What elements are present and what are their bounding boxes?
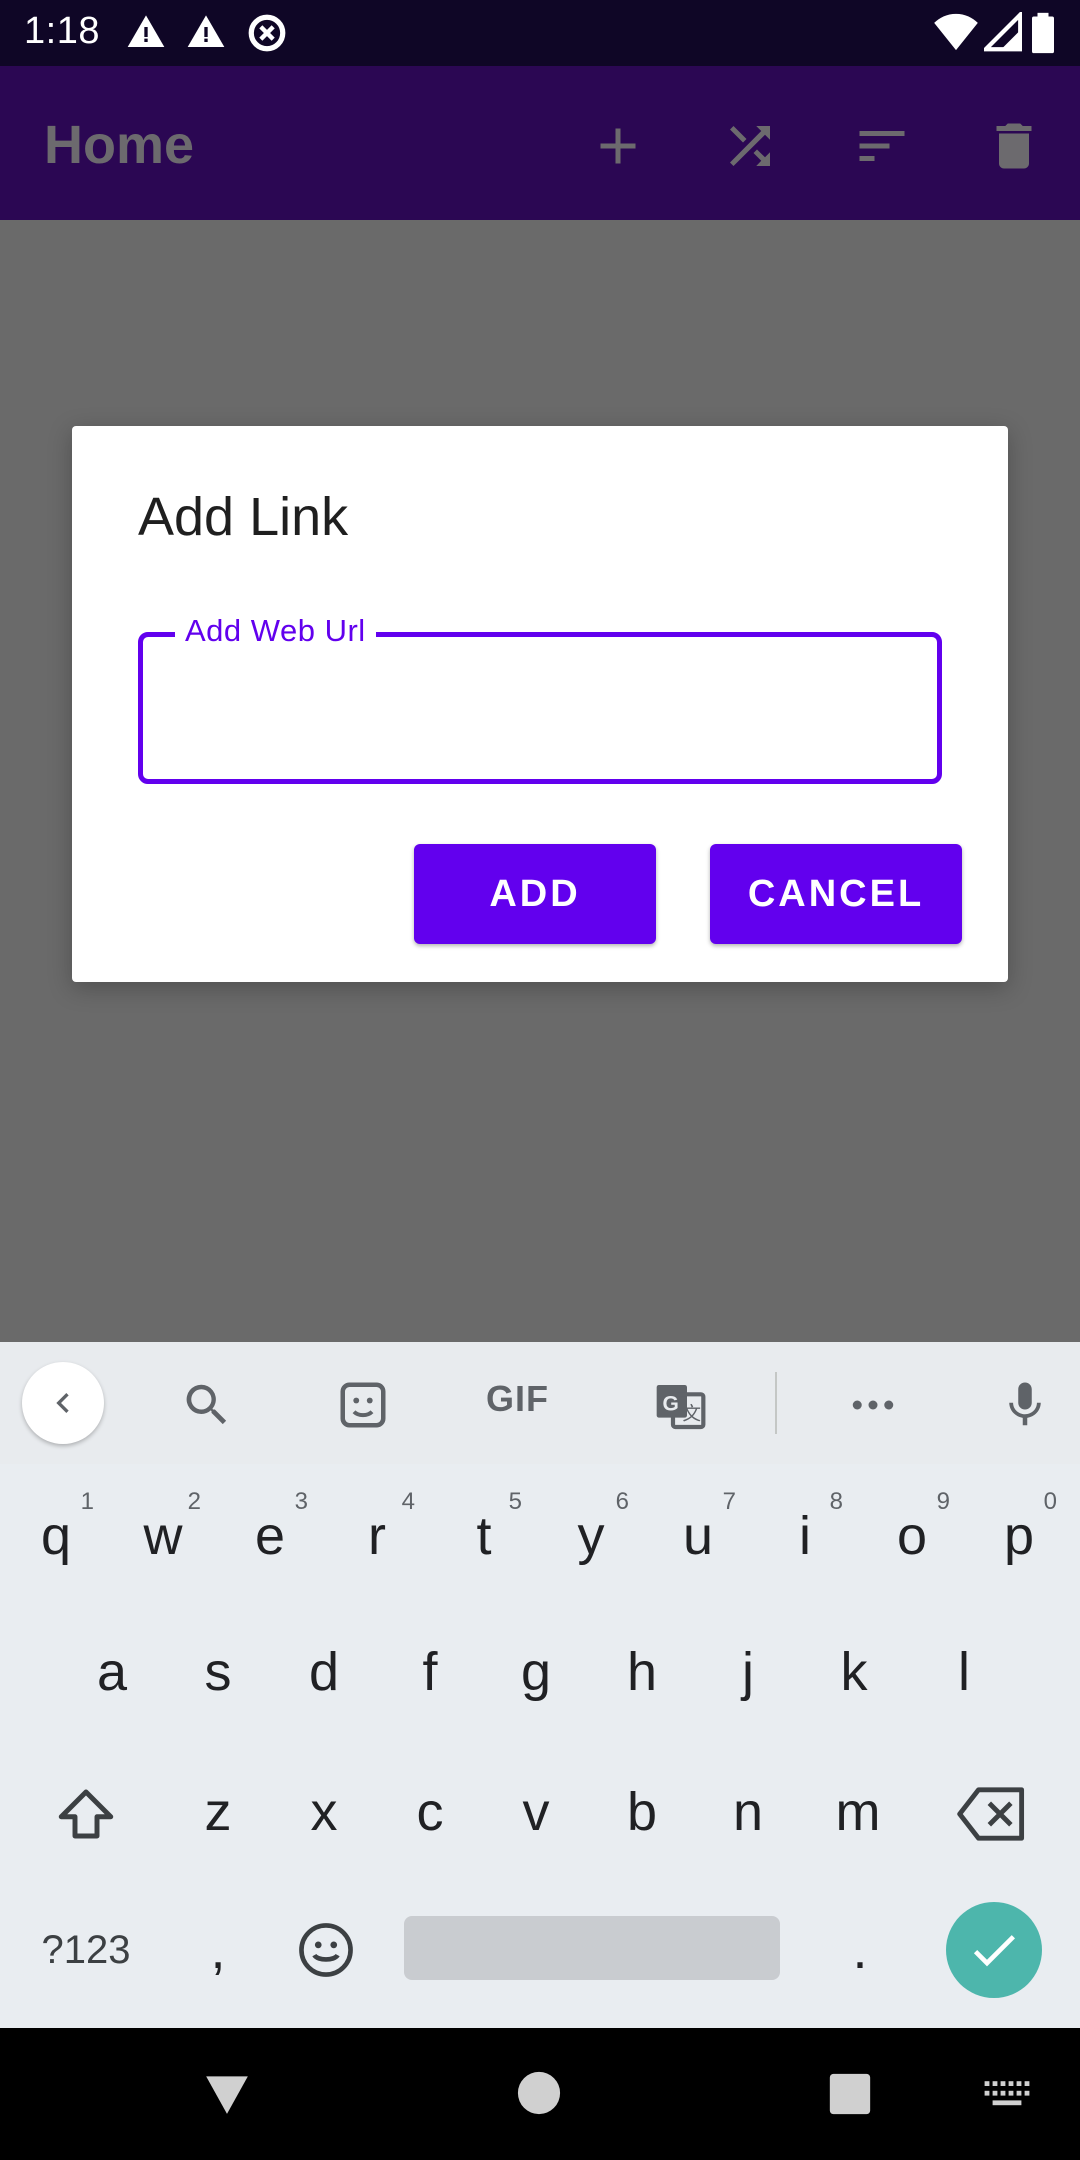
key-x[interactable]: x <box>274 1752 374 1872</box>
keyboard-toolbar: GIF G文 <box>0 1342 1080 1464</box>
home-icon[interactable] <box>516 2070 562 2116</box>
add-icon[interactable] <box>588 116 648 176</box>
shift-key[interactable] <box>36 1754 136 1874</box>
key-z[interactable]: z <box>168 1752 268 1872</box>
key-a[interactable]: a <box>62 1612 162 1732</box>
key-c[interactable]: c <box>380 1752 480 1872</box>
key-n[interactable]: n <box>698 1752 798 1872</box>
gif-icon[interactable]: GIF <box>486 1378 549 1420</box>
emoji-icon <box>299 1923 353 1977</box>
key-w[interactable]: w2 <box>113 1476 213 1596</box>
symbols-key[interactable]: ?123 <box>26 1890 146 2010</box>
shift-icon <box>58 1789 114 1839</box>
web-url-field-label: Add Web Url <box>175 613 376 649</box>
key-m[interactable]: m <box>808 1752 908 1872</box>
web-url-field[interactable]: Add Web Url <box>138 613 942 784</box>
sticker-icon[interactable] <box>336 1378 390 1432</box>
emoji-key[interactable] <box>276 1890 376 2010</box>
cell-signal-icon <box>984 12 1022 52</box>
back-icon[interactable] <box>202 2068 252 2118</box>
key-k[interactable]: k <box>804 1612 904 1732</box>
dialog-title: Add Link <box>138 487 349 547</box>
key-q[interactable]: q1 <box>6 1476 106 1596</box>
sort-icon[interactable] <box>852 116 912 176</box>
key-y[interactable]: y6 <box>541 1476 641 1596</box>
space-bar[interactable] <box>404 1916 780 1980</box>
back-chevron-icon <box>56 1393 69 1413</box>
keyboard-switcher-icon[interactable] <box>982 2078 1032 2110</box>
key-b[interactable]: b <box>592 1752 692 1872</box>
key-p[interactable]: p0 <box>969 1476 1069 1596</box>
enter-key[interactable] <box>946 1902 1042 1998</box>
svg-text:文: 文 <box>682 1403 701 1424</box>
search-icon[interactable] <box>180 1378 234 1432</box>
check-icon <box>973 1935 1015 1967</box>
cancel-button[interactable]: CANCEL <box>710 844 962 944</box>
web-url-input[interactable] <box>163 667 923 747</box>
wifi-icon <box>934 13 978 51</box>
key-g[interactable]: g <box>486 1612 586 1732</box>
key-d[interactable]: d <box>274 1612 374 1732</box>
shuffle-icon[interactable] <box>720 116 780 176</box>
key-e[interactable]: e3 <box>220 1476 320 1596</box>
key-h[interactable]: h <box>592 1612 692 1732</box>
backspace-icon <box>957 1787 1025 1841</box>
comma-key[interactable]: , <box>168 1890 268 2010</box>
key-v[interactable]: v <box>486 1752 586 1872</box>
navigation-bar <box>0 2028 1080 2160</box>
mic-icon[interactable] <box>998 1378 1052 1432</box>
svg-text:G: G <box>663 1393 679 1416</box>
translate-icon[interactable]: G文 <box>652 1378 708 1434</box>
add-link-dialog: Add Link Add Web Url ADD CANCEL <box>72 426 1008 982</box>
period-key[interactable]: . <box>810 1890 910 2010</box>
key-i[interactable]: i8 <box>755 1476 855 1596</box>
key-u[interactable]: u7 <box>648 1476 748 1596</box>
app-bar: Home <box>0 66 1080 220</box>
add-button[interactable]: ADD <box>414 844 656 944</box>
key-s[interactable]: s <box>168 1612 268 1732</box>
key-r[interactable]: r4 <box>327 1476 427 1596</box>
delete-icon[interactable] <box>984 116 1044 176</box>
back-chevron-button[interactable] <box>22 1362 104 1444</box>
recents-icon[interactable] <box>828 2072 872 2116</box>
status-bar: 1:18 <box>0 0 1080 66</box>
battery-icon <box>1032 12 1054 54</box>
toolbar-divider <box>775 1372 777 1434</box>
page-title: Home <box>44 115 195 175</box>
warning-icon <box>187 15 225 48</box>
more-icon[interactable] <box>846 1378 900 1432</box>
backspace-key[interactable] <box>942 1754 1042 1874</box>
warning-icon <box>127 15 165 48</box>
key-o[interactable]: o9 <box>862 1476 962 1596</box>
data-saver-icon <box>248 14 286 52</box>
key-t[interactable]: t5 <box>434 1476 534 1596</box>
status-time: 1:18 <box>24 10 100 52</box>
key-l[interactable]: l <box>914 1612 1014 1732</box>
key-f[interactable]: f <box>380 1612 480 1732</box>
key-j[interactable]: j <box>698 1612 798 1732</box>
